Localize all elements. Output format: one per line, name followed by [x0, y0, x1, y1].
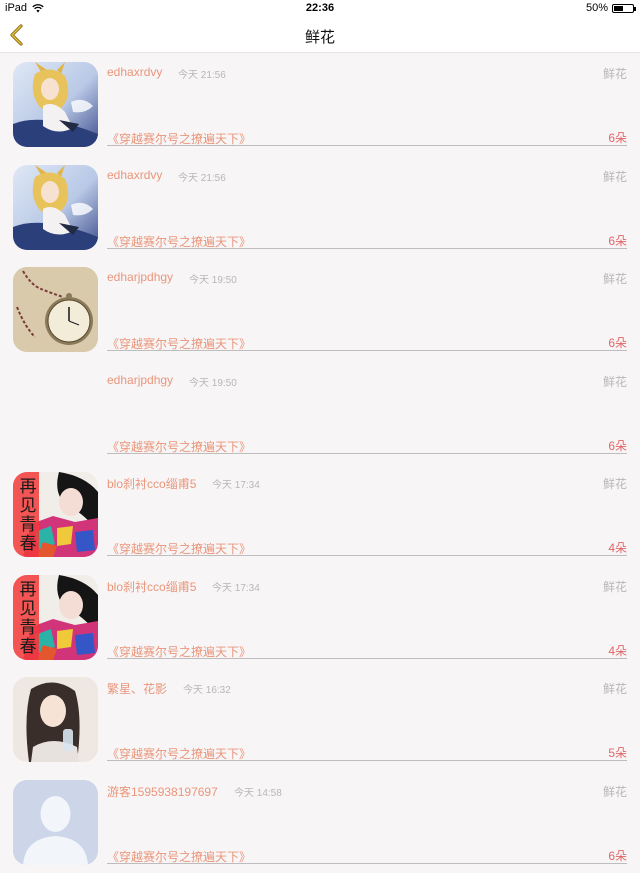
gift-type-label: 鲜花 — [603, 168, 627, 185]
gift-count: 4朵 — [608, 539, 627, 556]
status-bar: iPad 22:36 50% — [0, 0, 640, 18]
gift-count: 4朵 — [608, 642, 627, 659]
pocket-watch-illustration — [13, 267, 98, 352]
row-divider — [107, 760, 627, 761]
avatar[interactable] — [13, 677, 98, 762]
avatar-caption: 再见青春 — [16, 581, 40, 657]
avatar[interactable] — [13, 267, 98, 352]
row-divider — [107, 145, 627, 146]
gift-count: 6朵 — [608, 232, 627, 249]
gift-type-label: 鲜花 — [603, 270, 627, 287]
gift-list-item[interactable]: 游客1595938197697 今天 14:58 鲜花 《穿越赛尔号之撩遍天下》… — [0, 771, 640, 873]
avatar[interactable] — [13, 62, 98, 147]
anime-girl-illustration — [13, 62, 98, 147]
gift-list-item[interactable]: 繁星、花影 今天 16:32 鲜花 《穿越赛尔号之撩遍天下》 5朵 — [0, 668, 640, 771]
timestamp: 今天 17:34 — [212, 476, 260, 491]
girl-photo-illustration — [13, 677, 98, 762]
username[interactable]: edhaxrdvy — [107, 65, 162, 79]
gift-list-item[interactable]: 再见青春 blo刹衬cco缁甫5 今天 17:34 鲜花 《穿越赛尔号之撩遍天下… — [0, 566, 640, 669]
timestamp: 今天 14:58 — [234, 784, 282, 799]
row-divider — [107, 350, 627, 351]
row-divider — [107, 555, 627, 556]
battery-percent: 50% — [586, 2, 608, 14]
gift-list-item[interactable]: 再见青春 blo刹衬cco缁甫5 今天 17:34 鲜花 《穿越赛尔号之撩遍天下… — [0, 463, 640, 566]
gift-type-label: 鲜花 — [603, 680, 627, 697]
timestamp: 今天 21:56 — [178, 169, 226, 184]
gift-list[interactable]: edhaxrdvy 今天 21:56 鲜花 《穿越赛尔号之撩遍天下》 6朵 ed… — [0, 53, 640, 873]
avatar[interactable]: 再见青春 — [13, 472, 98, 557]
gift-count: 5朵 — [608, 744, 627, 761]
anime-girl-illustration — [13, 165, 98, 250]
gift-count: 6朵 — [608, 129, 627, 146]
avatar[interactable] — [13, 780, 98, 865]
timestamp: 今天 19:50 — [189, 374, 237, 389]
username[interactable]: edharjpdhgy — [107, 270, 173, 284]
username[interactable]: blo刹衬cco缁甫5 — [107, 578, 196, 595]
battery-level — [614, 6, 623, 11]
gift-list-item[interactable]: edharjpdhgy 今天 19:50 鲜花 《穿越赛尔号之撩遍天下》 6朵 — [0, 361, 640, 464]
default-avatar-illustration — [13, 780, 98, 865]
avatar-caption: 再见青春 — [16, 478, 40, 554]
battery-icon — [612, 4, 634, 13]
clock: 22:36 — [0, 2, 640, 14]
row-divider — [107, 453, 627, 454]
gift-count: 6朵 — [608, 437, 627, 454]
gift-type-label: 鲜花 — [603, 783, 627, 800]
username[interactable]: edharjpdhgy — [107, 373, 173, 387]
gift-list-item[interactable]: edhaxrdvy 今天 21:56 鲜花 《穿越赛尔号之撩遍天下》 6朵 — [0, 53, 640, 156]
gift-type-label: 鲜花 — [603, 373, 627, 390]
row-divider — [107, 658, 627, 659]
row-divider — [107, 248, 627, 249]
username[interactable]: edhaxrdvy — [107, 168, 162, 182]
row-divider — [107, 863, 627, 864]
navigation-bar: 鲜花 — [0, 18, 640, 53]
gift-type-label: 鲜花 — [603, 65, 627, 82]
timestamp: 今天 19:50 — [189, 271, 237, 286]
timestamp: 今天 17:34 — [212, 579, 260, 594]
status-right: 50% — [586, 2, 634, 14]
page-title: 鲜花 — [0, 26, 640, 47]
gift-list-item[interactable]: edhaxrdvy 今天 21:56 鲜花 《穿越赛尔号之撩遍天下》 6朵 — [0, 156, 640, 259]
username[interactable]: 游客1595938197697 — [107, 783, 218, 800]
avatar[interactable] — [13, 165, 98, 250]
gift-type-label: 鲜花 — [603, 578, 627, 595]
avatar[interactable]: 再见青春 — [13, 575, 98, 660]
username[interactable]: 繁星、花影 — [107, 680, 167, 697]
timestamp: 今天 21:56 — [178, 66, 226, 81]
username[interactable]: blo刹衬cco缁甫5 — [107, 475, 196, 492]
gift-list-item[interactable]: edharjpdhgy 今天 19:50 鲜花 《穿越赛尔号之撩遍天下》 6朵 — [0, 258, 640, 361]
gift-count: 6朵 — [608, 847, 627, 864]
timestamp: 今天 16:32 — [183, 681, 231, 696]
gift-count: 6朵 — [608, 334, 627, 351]
gift-type-label: 鲜花 — [603, 475, 627, 492]
